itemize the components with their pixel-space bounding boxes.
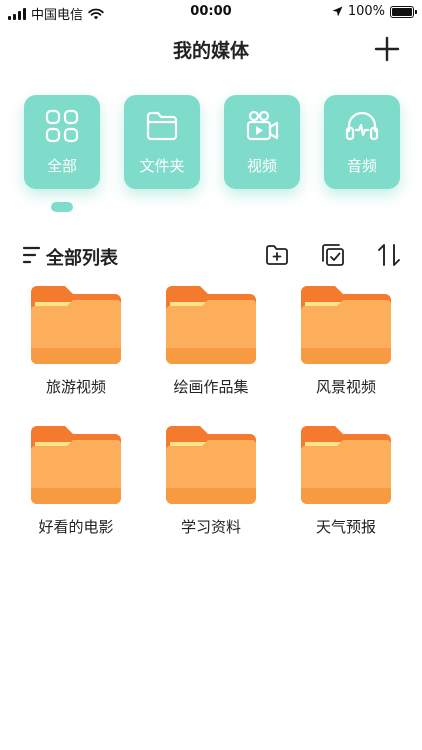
my-media-screen: 中国电信 00:00 100% 我的媒体 全部 文件夹 视频 音频 全部列表 旅… bbox=[0, 0, 422, 750]
category-video-label: 视频 bbox=[246, 157, 277, 175]
add-button[interactable] bbox=[374, 36, 400, 62]
folder-name: 学习资料 bbox=[180, 518, 241, 536]
multi-select-button[interactable] bbox=[320, 242, 346, 268]
status-bar: 中国电信 00:00 100% bbox=[0, 0, 422, 24]
status-right: 100% bbox=[332, 4, 417, 19]
category-tabs: 全部 文件夹 视频 音频 bbox=[24, 95, 400, 190]
new-folder-button[interactable] bbox=[264, 242, 290, 268]
app-header: 我的媒体 bbox=[0, 30, 422, 66]
selected-category-indicator bbox=[51, 202, 73, 212]
folder-name: 天气预报 bbox=[315, 518, 376, 536]
plus-icon bbox=[374, 36, 400, 62]
list-title: 全部列表 bbox=[46, 248, 118, 269]
headphones-icon bbox=[345, 111, 379, 141]
battery-level bbox=[392, 7, 412, 16]
category-audio[interactable]: 音频 bbox=[324, 95, 400, 189]
new-folder-icon bbox=[266, 245, 288, 265]
category-folder[interactable]: 文件夹 bbox=[124, 95, 200, 189]
page-title: 我的媒体 bbox=[172, 40, 249, 62]
folder-icon bbox=[146, 111, 178, 141]
category-folder-label: 文件夹 bbox=[139, 157, 185, 175]
folder-item[interactable]: 绘画作品集 bbox=[156, 286, 266, 396]
category-audio-label: 音频 bbox=[346, 157, 377, 175]
folder-icon bbox=[31, 286, 121, 364]
folder-icon bbox=[301, 426, 391, 504]
folder-item[interactable]: 天气预报 bbox=[291, 426, 401, 536]
battery-percent: 100% bbox=[347, 4, 385, 19]
battery-icon bbox=[390, 5, 417, 18]
folder-name: 风景视频 bbox=[315, 378, 376, 396]
multi-select-icon bbox=[322, 244, 344, 266]
category-all-label: 全部 bbox=[46, 157, 77, 175]
folder-name: 好看的电影 bbox=[38, 518, 114, 536]
category-all[interactable]: 全部 bbox=[24, 95, 100, 189]
category-video[interactable]: 视频 bbox=[224, 95, 300, 189]
folder-icon bbox=[166, 426, 256, 504]
folder-icon bbox=[301, 286, 391, 364]
list-menu-icon bbox=[22, 246, 41, 264]
folder-item[interactable]: 风景视频 bbox=[291, 286, 401, 396]
sort-button[interactable] bbox=[376, 242, 402, 268]
sort-icon bbox=[378, 244, 400, 266]
folder-item[interactable]: 学习资料 bbox=[156, 426, 266, 536]
folder-icon bbox=[31, 426, 121, 504]
folder-name: 绘画作品集 bbox=[173, 378, 249, 396]
folder-item[interactable]: 好看的电影 bbox=[21, 426, 131, 536]
folder-icon bbox=[166, 286, 256, 364]
list-header: 全部列表 bbox=[0, 240, 422, 270]
folder-item[interactable]: 旅游视频 bbox=[21, 286, 131, 396]
video-camera-icon bbox=[246, 110, 279, 141]
folder-name: 旅游视频 bbox=[45, 378, 106, 396]
location-arrow-icon bbox=[332, 6, 343, 17]
grid-icon bbox=[45, 109, 79, 143]
